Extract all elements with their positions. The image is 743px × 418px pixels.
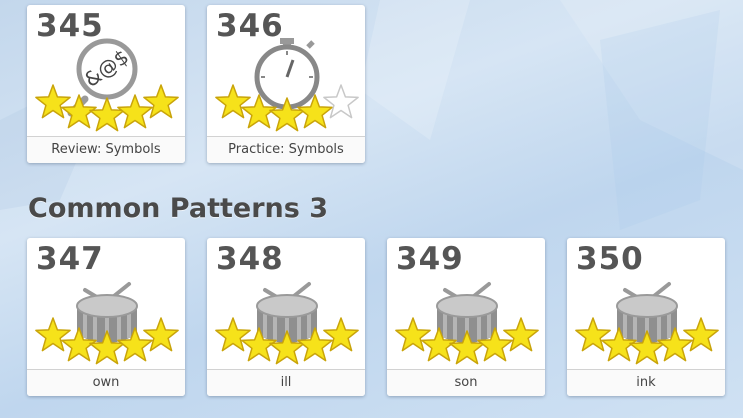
lesson-card-347[interactable]: 347 own (27, 238, 185, 396)
lesson-label: son (387, 369, 545, 396)
star-rating (215, 317, 359, 365)
star-filled-icon (89, 330, 125, 365)
star-filled-icon (143, 317, 179, 352)
lesson-card-350[interactable]: 350 ink (567, 238, 725, 396)
lesson-label: own (27, 369, 185, 396)
star-rating (35, 317, 179, 365)
star-rating (395, 317, 539, 365)
star-filled-icon (35, 84, 71, 119)
star-filled-icon (35, 317, 71, 352)
star-filled-icon (215, 317, 251, 352)
star-filled-icon (395, 317, 431, 352)
star-filled-icon (629, 330, 665, 365)
lesson-label: ink (567, 369, 725, 396)
star-filled-icon (269, 97, 305, 132)
lesson-label: Practice: Symbols (207, 136, 365, 163)
lesson-label: ill (207, 369, 365, 396)
section-title: Common Patterns 3 (28, 193, 329, 224)
star-filled-icon (683, 317, 719, 352)
star-filled-icon (449, 330, 485, 365)
lesson-card-345[interactable]: 345 &@$ Review: Symbols (27, 5, 185, 163)
star-empty-icon (323, 84, 359, 119)
lesson-label: Review: Symbols (27, 136, 185, 163)
star-filled-icon (89, 97, 125, 132)
star-filled-icon (503, 317, 539, 352)
lesson-card-348[interactable]: 348 ill (207, 238, 365, 396)
star-filled-icon (323, 317, 359, 352)
star-filled-icon (575, 317, 611, 352)
star-rating (215, 84, 359, 132)
star-rating (575, 317, 719, 365)
lesson-card-349[interactable]: 349 son (387, 238, 545, 396)
lesson-card-346[interactable]: 346 Practice: Symbols (207, 5, 365, 163)
star-filled-icon (143, 84, 179, 119)
star-rating (35, 84, 179, 132)
star-filled-icon (269, 330, 305, 365)
star-filled-icon (215, 84, 251, 119)
